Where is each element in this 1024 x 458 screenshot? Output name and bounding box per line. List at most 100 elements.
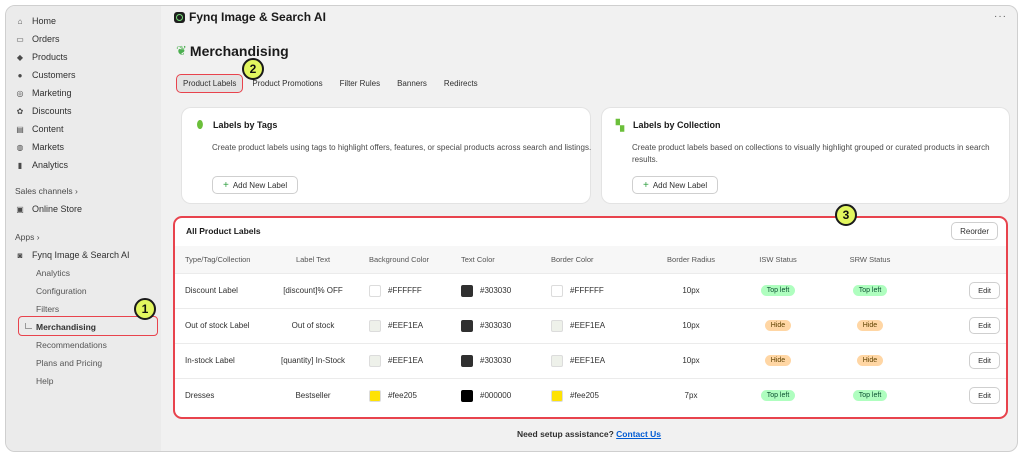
sidebar-item-label: Online Store [32, 204, 83, 214]
color-value: #000000 [480, 391, 512, 401]
sidebar-subitem-configuration[interactable]: Configuration [6, 282, 161, 300]
tag-icon: ⬮ [196, 118, 204, 131]
sidebar-item-content[interactable]: ▤ Content [6, 120, 161, 138]
sidebar-item-label: Discounts [32, 106, 72, 116]
color-swatch [369, 354, 381, 367]
cell-border-color: #fee205 [541, 378, 651, 413]
edit-button[interactable]: Edit [969, 317, 1000, 334]
color-swatch [551, 389, 563, 402]
color-swatch [551, 354, 563, 367]
more-options-icon[interactable]: ··· [994, 11, 1007, 22]
table-row: In-stock Label [quantity] In-Stock #EEF1EA… [175, 343, 1006, 378]
color-value: #fee205 [388, 391, 417, 401]
cell-background-color: #fee205 [359, 378, 451, 413]
column-header: ISW Status [759, 254, 797, 264]
color-value: #EEF1EA [570, 356, 606, 365]
reorder-button[interactable]: Reorder [951, 222, 998, 240]
tab-banners[interactable]: Banners [389, 74, 435, 93]
step-badge-3: 3 [835, 204, 857, 226]
color-swatch [461, 319, 473, 332]
contact-us-link[interactable]: Contact Us [616, 429, 661, 439]
color-value: #EEF1EA [388, 356, 424, 365]
sidebar-item-label: Content [32, 124, 64, 134]
page-title-text: Merchandising [189, 43, 289, 59]
color-value: #303030 [480, 321, 512, 330]
labels-by-tags-card: ⬮ Labels by Tags Create product labels u… [182, 108, 591, 203]
color-swatch [551, 319, 563, 332]
status-badge: Hide [764, 320, 792, 331]
customers-icon: ● [17, 70, 23, 80]
app-window: ⌂ Home ▭ Orders ◆ Products ● Customers ◎ Mark… [5, 5, 1018, 452]
cell-border-radius: 10px [682, 286, 700, 295]
sidebar-item-app[interactable]: ◙ Fynq Image & Search AI [6, 246, 161, 264]
home-icon: ⌂ [17, 16, 23, 26]
sidebar-item-label: Marketing [32, 88, 72, 98]
cell-border-color: #EEF1EA [541, 308, 651, 343]
tab-filter-rules[interactable]: Filter Rules [332, 74, 388, 93]
cell-actions: Edit [915, 273, 1006, 308]
status-badge: Top left [760, 390, 796, 402]
button-label: Add New Label [652, 180, 708, 190]
table-header-row: Type/Tag/Collection Label Text Backgroun… [175, 246, 1006, 273]
color-value: #FFFFFF [570, 286, 604, 295]
sidebar-subitem-help[interactable]: Help [6, 372, 161, 390]
tab-product-labels[interactable]: Product Labels [176, 74, 244, 93]
orders-icon: ▭ [16, 34, 24, 44]
table-title: All Product Labels [186, 226, 261, 236]
card-header: ⬮ Labels by Tags [194, 118, 278, 131]
sidebar-item-label: Analytics [32, 160, 69, 170]
sidebar-item-markets[interactable]: ◍ Markets [6, 138, 161, 156]
sidebar-item-orders[interactable]: ▭ Orders [6, 30, 161, 48]
color-swatch [461, 284, 473, 297]
sidebar-item-marketing[interactable]: ◎ Marketing [6, 84, 161, 102]
color-swatch [369, 319, 381, 332]
sidebar-subitem-plans[interactable]: Plans and Pricing [6, 354, 161, 372]
cell-text-color: #303030 [451, 273, 541, 308]
apps-heading[interactable]: Apps › [6, 228, 161, 246]
add-new-label-button[interactable]: + Add New Label [212, 176, 299, 194]
plus-icon: + [223, 179, 229, 191]
sidebar-item-home[interactable]: ⌂ Home [6, 12, 161, 30]
sidebar-item-analytics[interactable]: ▮ Analytics [6, 156, 161, 174]
sales-channels-heading[interactable]: Sales channels › [6, 182, 161, 200]
edit-button[interactable]: Edit [969, 282, 1000, 299]
color-value: #EEF1EA [388, 321, 424, 330]
product-labels-table: Type/Tag/Collection Label Text Backgroun… [175, 246, 1006, 413]
cell-background-color: #EEF1EA [359, 308, 451, 343]
cell-isw-status: Top left [731, 378, 825, 413]
column-header: Label Text [295, 254, 331, 264]
content-icon: ▤ [16, 124, 24, 134]
cell-label-text: [quantity] In-Stock [280, 356, 346, 365]
sidebar-item-products[interactable]: ◆ Products [6, 48, 161, 66]
tab-bar: Product Labels Product Promotions Filter… [176, 74, 487, 93]
footer-text: Need setup assistance? [516, 429, 614, 439]
column-header: SRW Status [849, 254, 891, 264]
color-swatch [461, 389, 473, 402]
plant-icon: ❦ [176, 43, 187, 58]
cell-text-color: #000000 [451, 378, 541, 413]
cell-background-color: #FFFFFF [359, 273, 451, 308]
button-label: Add New Label [232, 180, 288, 190]
sidebar-item-label: Fynq Image & Search AI [32, 250, 130, 260]
cell-type: Discount Label [185, 286, 238, 295]
sidebar-subitem-analytics[interactable]: Analytics [6, 264, 161, 282]
add-new-label-button[interactable]: + Add New Label [632, 176, 719, 194]
edit-button[interactable]: Edit [969, 352, 1000, 369]
sidebar-item-discounts[interactable]: ✿ Discounts [6, 102, 161, 120]
sidebar-item-label: Home [32, 16, 57, 26]
cell-label-text: Bestseller [295, 391, 331, 401]
card-header: ▚ Labels by Collection [614, 119, 721, 132]
tab-redirects[interactable]: Redirects [436, 74, 486, 93]
column-header: Type/Tag/Collection [185, 254, 251, 264]
plus-icon: + [643, 179, 649, 191]
step-badge-2: 2 [242, 58, 264, 80]
edit-button[interactable]: Edit [969, 387, 1000, 405]
color-swatch [369, 389, 381, 402]
sidebar-subitem-recommendations[interactable]: Recommendations [6, 336, 161, 354]
card-description: Create product labels based on collectio… [632, 143, 990, 164]
analytics-icon: ▮ [17, 160, 23, 170]
sidebar-item-customers[interactable]: ● Customers [6, 66, 161, 84]
sidebar-item-label: Markets [32, 142, 65, 152]
sidebar-item-online-store[interactable]: ▣ Online Store [6, 200, 161, 218]
cell-srw-status: Top left [825, 273, 915, 308]
